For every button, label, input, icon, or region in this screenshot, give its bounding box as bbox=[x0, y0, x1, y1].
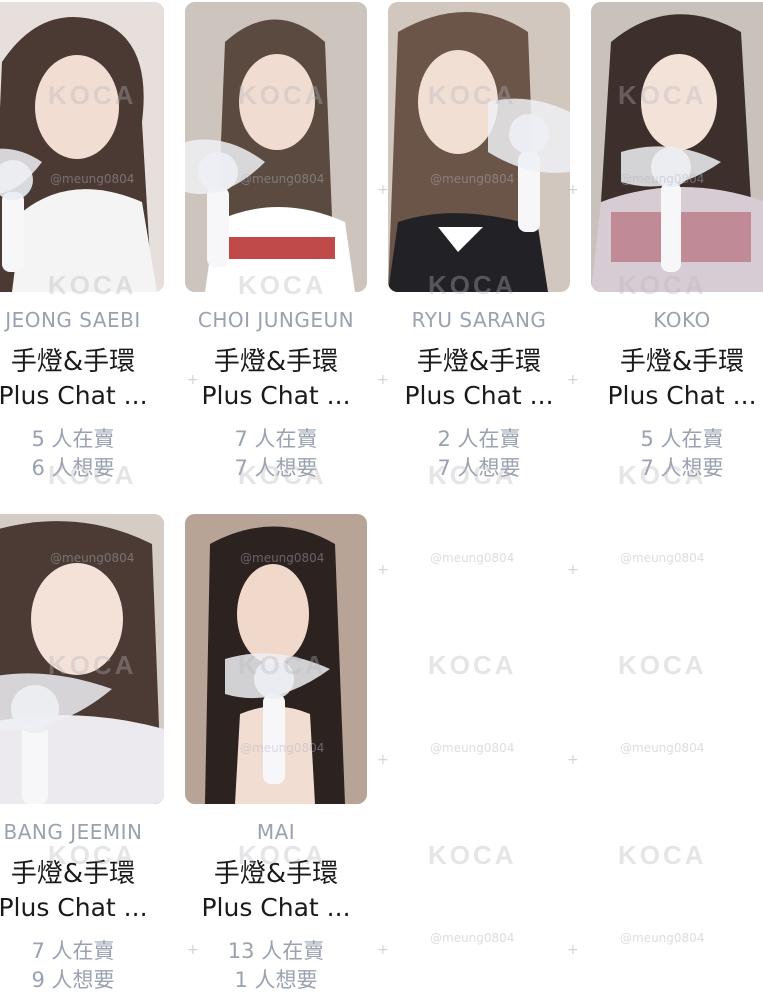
item-type: 手燈&手環 bbox=[416, 347, 542, 377]
watermark-logo: KOCA bbox=[238, 80, 327, 110]
selling-count: 2 人在賣 bbox=[437, 427, 521, 451]
watermark-handle: @meung0804 bbox=[620, 551, 705, 565]
item-type: 手燈&手環 bbox=[10, 347, 136, 377]
watermark-plus-icon: + bbox=[377, 752, 389, 768]
item-type: 手燈&手環 bbox=[619, 347, 745, 377]
watermark-logo: KOCA bbox=[238, 650, 327, 680]
watermark-plus-icon: + bbox=[377, 372, 389, 388]
watermark-handle: @meung0804 bbox=[620, 172, 705, 186]
watermark-logo: KOCA bbox=[428, 650, 517, 680]
watermark-logo: KOCA bbox=[48, 460, 137, 490]
watermark-logo: KOCA bbox=[428, 270, 517, 300]
photocard-grid: JEONG SAEBI 手燈&手環 Plus Chat ... 5 人在賣 6 … bbox=[0, 0, 763, 995]
photocard-image[interactable] bbox=[591, 2, 763, 292]
member-name: RYU SARANG bbox=[411, 308, 547, 332]
watermark-logo: KOCA bbox=[428, 80, 517, 110]
watermark-logo: KOCA bbox=[428, 840, 517, 870]
watermark-logo: KOCA bbox=[48, 650, 137, 680]
watermark-handle: @meung0804 bbox=[430, 172, 515, 186]
wanting-count: 9 人想要 bbox=[31, 968, 115, 992]
watermark-plus-icon: + bbox=[187, 942, 199, 958]
watermark-logo: KOCA bbox=[238, 270, 327, 300]
watermark-handle: @meung0804 bbox=[50, 172, 135, 186]
watermark-plus-icon: + bbox=[377, 182, 389, 198]
member-name: CHOI JUNGEUN bbox=[197, 308, 355, 332]
watermark-logo: KOCA bbox=[238, 840, 327, 870]
selling-count: 5 人在賣 bbox=[640, 427, 724, 451]
watermark-logo: KOCA bbox=[428, 460, 517, 490]
watermark-handle: @meung0804 bbox=[430, 551, 515, 565]
watermark-logo: KOCA bbox=[618, 650, 707, 680]
watermark-logo: KOCA bbox=[618, 840, 707, 870]
watermark-plus-icon: + bbox=[377, 942, 389, 958]
photocard-image[interactable] bbox=[388, 2, 570, 292]
selling-count: 7 人在賣 bbox=[234, 427, 318, 451]
watermark-handle: @meung0804 bbox=[240, 741, 325, 755]
watermark-plus-icon: + bbox=[567, 372, 579, 388]
wanting-count: 1 人想要 bbox=[234, 968, 318, 992]
watermark-handle: @meung0804 bbox=[50, 551, 135, 565]
member-name: JEONG SAEBI bbox=[5, 308, 141, 332]
watermark-handle: @meung0804 bbox=[240, 551, 325, 565]
watermark-logo: KOCA bbox=[48, 80, 137, 110]
watermark-logo: KOCA bbox=[618, 460, 707, 490]
watermark-handle: @meung0804 bbox=[430, 931, 515, 945]
watermark-plus-icon: + bbox=[567, 752, 579, 768]
watermark-logo: KOCA bbox=[48, 270, 137, 300]
watermark-handle: @meung0804 bbox=[620, 931, 705, 945]
watermark-logo: KOCA bbox=[618, 80, 707, 110]
item-description: Plus Chat ... bbox=[201, 893, 351, 922]
selling-count: 5 人在賣 bbox=[31, 427, 115, 451]
watermark-plus-icon: + bbox=[567, 942, 579, 958]
watermark-logo: KOCA bbox=[48, 840, 137, 870]
watermark-handle: @meung0804 bbox=[240, 172, 325, 186]
watermark-handle: @meung0804 bbox=[430, 741, 515, 755]
photocard-image[interactable] bbox=[0, 2, 164, 292]
watermark-plus-icon: + bbox=[187, 372, 199, 388]
watermark-plus-icon: + bbox=[567, 562, 579, 578]
member-name: KOKO bbox=[653, 308, 711, 332]
watermark-plus-icon: + bbox=[377, 562, 389, 578]
watermark-handle: @meung0804 bbox=[620, 741, 705, 755]
watermark-plus-icon: + bbox=[567, 182, 579, 198]
item-description: Plus Chat ... bbox=[607, 381, 757, 410]
watermark-logo: KOCA bbox=[238, 460, 327, 490]
photocard-image[interactable] bbox=[185, 2, 367, 292]
selling-count: 7 人在賣 bbox=[31, 939, 115, 963]
watermark-logo: KOCA bbox=[618, 270, 707, 300]
